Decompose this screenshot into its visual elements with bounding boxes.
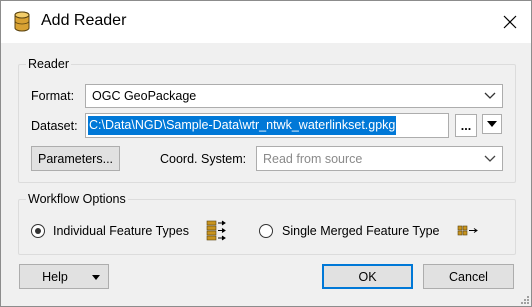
coord-system-value: Read from source [263,151,363,166]
parameters-button[interactable]: Parameters... [31,146,120,171]
close-button[interactable] [495,7,525,37]
browse-button[interactable]: ... [455,114,477,137]
individual-feature-types-label[interactable]: Individual Feature Types [53,224,189,238]
individual-feature-types-icon [206,220,226,241]
format-value: OGC GeoPackage [92,89,197,103]
single-merged-feature-type-icon [457,225,478,236]
triangle-down-icon [487,121,497,127]
format-dropdown[interactable]: OGC GeoPackage [85,84,503,108]
chevron-down-icon [484,92,496,99]
coord-system-label: Coord. System: [160,152,247,166]
triangle-down-icon [92,275,100,280]
resize-grip-icon[interactable] [519,294,529,304]
single-merged-feature-type-label[interactable]: Single Merged Feature Type [282,224,440,238]
close-icon [503,15,517,29]
ok-label: OK [358,269,377,284]
dataset-menu-button[interactable] [482,114,502,134]
reader-group-title: Reader [26,57,71,71]
parameters-label: Parameters... [37,151,114,166]
title-bar: Add Reader [1,1,531,43]
format-label: Format: [31,89,75,103]
single-merged-feature-type-radio[interactable] [259,224,273,238]
database-cylinder-icon [14,11,30,32]
add-reader-dialog: Add Reader Reader Format: OGC GeoPackage… [0,0,532,307]
chevron-down-icon [484,155,496,162]
window-title: Add Reader [41,12,127,29]
help-button[interactable]: Help [19,264,109,289]
ok-button[interactable]: OK [322,264,413,289]
browse-label: ... [460,118,472,133]
individual-feature-types-radio[interactable] [31,224,45,238]
dataset-input[interactable]: C:\Data\NGD\Sample-Data\wtr_ntwk_waterli… [85,113,449,138]
cancel-label: Cancel [449,269,488,284]
coord-system-dropdown[interactable]: Read from source [256,146,503,171]
dataset-value: C:\Data\NGD\Sample-Data\wtr_ntwk_waterli… [88,116,397,135]
dataset-label: Dataset: [31,119,78,133]
help-label: Help [42,269,68,284]
cancel-button[interactable]: Cancel [423,264,514,289]
workflow-group-title: Workflow Options [26,192,128,206]
